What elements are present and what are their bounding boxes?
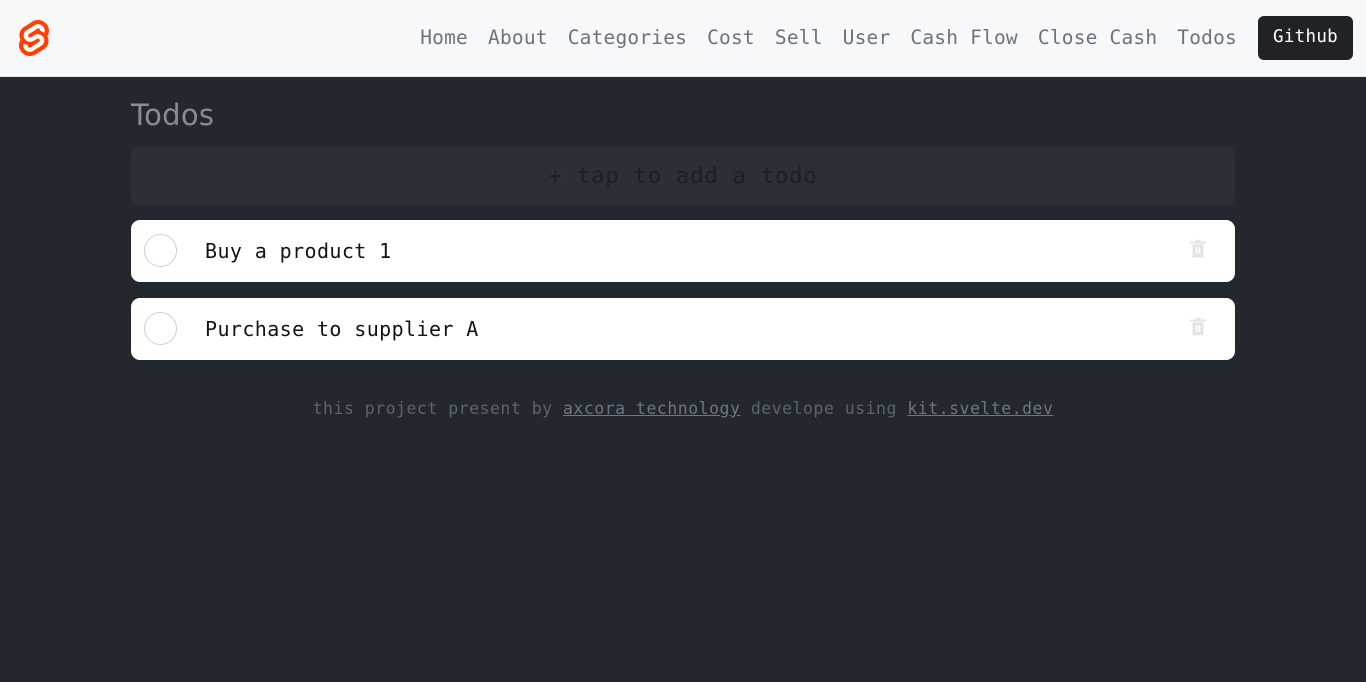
brand-logo-link[interactable] — [14, 18, 54, 58]
trash-icon — [1187, 316, 1209, 341]
trash-icon — [1187, 238, 1209, 263]
todo-label: Buy a product 1 — [205, 238, 392, 263]
footer-text-before: this project present by — [312, 398, 563, 418]
footer-credit: this project present by axcora technolog… — [131, 397, 1235, 420]
todo-list: Buy a product 1 Purchase to supplier A — [131, 219, 1235, 360]
axcora-technology-link[interactable]: axcora technology — [563, 399, 740, 418]
nav-item-user[interactable]: User — [833, 20, 901, 55]
todo-label: Purchase to supplier A — [205, 316, 479, 341]
nav-item-sell[interactable]: Sell — [765, 20, 833, 55]
todo-checkbox[interactable] — [144, 234, 177, 268]
nav-item-categories[interactable]: Categories — [558, 20, 697, 55]
nav-item-about[interactable]: About — [478, 20, 558, 55]
svelte-logo-icon — [16, 20, 52, 56]
todo-item[interactable]: Purchase to supplier A — [131, 297, 1235, 360]
content-container: Todos + tap to add a todo Buy a product … — [131, 77, 1235, 420]
nav-item-todos[interactable]: Todos — [1167, 20, 1247, 55]
nav-links: Home About Categories Cost Sell User Cas… — [410, 16, 1353, 60]
add-todo-button[interactable]: + tap to add a todo — [131, 145, 1235, 206]
github-button[interactable]: Github — [1257, 16, 1353, 60]
page-body: Todos + tap to add a todo Buy a product … — [0, 77, 1366, 682]
page-title: Todos — [131, 98, 215, 132]
nav-item-cash-flow[interactable]: Cash Flow — [900, 20, 1027, 55]
footer-text-middle: develope using — [740, 398, 908, 418]
nav-item-home[interactable]: Home — [410, 20, 478, 55]
top-navbar: Home About Categories Cost Sell User Cas… — [0, 0, 1366, 77]
nav-item-cost[interactable]: Cost — [697, 20, 765, 55]
todo-item[interactable]: Buy a product 1 — [131, 219, 1235, 282]
nav-item-close-cash[interactable]: Close Cash — [1028, 20, 1167, 55]
todo-checkbox[interactable] — [144, 312, 177, 346]
delete-todo-button[interactable] — [1185, 316, 1211, 342]
svelte-kit-link[interactable]: kit.svelte.dev — [907, 399, 1053, 418]
delete-todo-button[interactable] — [1185, 238, 1211, 264]
